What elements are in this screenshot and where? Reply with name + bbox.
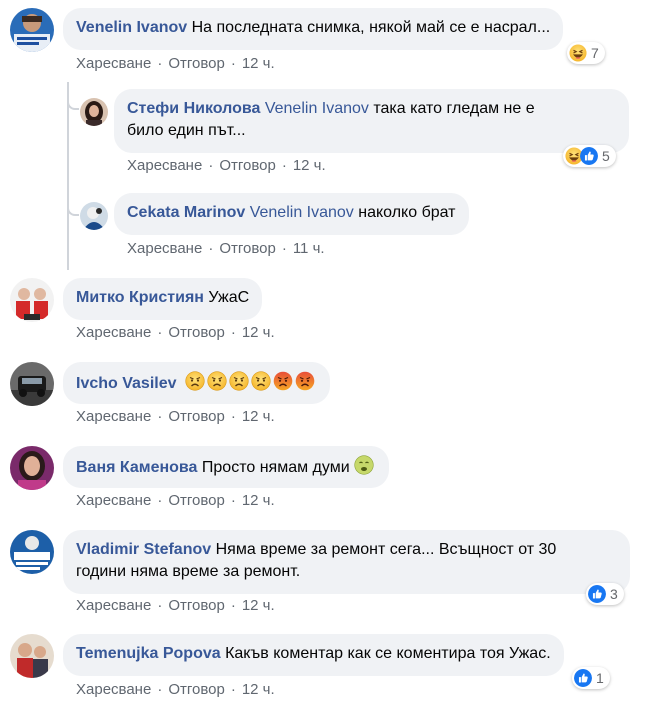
comment: Ваня Каменова Просто нямам думи Харесван… (0, 444, 668, 514)
comment-text: години няма време за ремонт. (76, 563, 301, 580)
comment: Venelin Ivanov На последната снимка, няк… (0, 0, 668, 80)
reaction-count: 3 (610, 586, 618, 602)
avatar[interactable] (10, 634, 54, 678)
comment-bubble: Стефи Николова Venelin Ivanov така като … (114, 89, 629, 153)
comment-text: УжаС (203, 289, 250, 306)
reaction-count: 5 (602, 148, 610, 164)
comment-text: така като гледам не е (368, 100, 535, 117)
reply-link[interactable]: Отговор (168, 55, 225, 72)
comment-bubble: Ваня Каменова Просто нямам думи (63, 446, 390, 488)
comment-bubble: Cekata Marinov Venelin Ivanov наколко бр… (114, 193, 469, 235)
timestamp[interactable]: 12 ч. (242, 597, 275, 614)
angry-emoji-icon (295, 371, 315, 391)
like-link[interactable]: Харесване (127, 157, 202, 174)
comment-actions: Харесване · Отговор · 12 ч. (127, 157, 326, 174)
comment-text: наколко брат (353, 204, 456, 221)
frowning-emoji-icon (251, 371, 271, 391)
like-reaction-icon (588, 585, 606, 603)
comment: Ivcho Vasilev Харесване · Отговор · 12 ч. (0, 360, 668, 430)
timestamp[interactable]: 11 ч. (293, 240, 325, 257)
reply-link[interactable]: Отговор (168, 597, 225, 614)
comment-author[interactable]: Venelin Ivanov (76, 19, 187, 36)
reply-link[interactable]: Отговор (168, 324, 225, 341)
reply-link[interactable]: Отговор (219, 240, 276, 257)
frowning-emoji-icon (207, 371, 227, 391)
angry-emoji-icon (273, 371, 293, 391)
comment-actions: Харесване · Отговор · 12 ч. (76, 55, 275, 72)
timestamp[interactable]: 12 ч. (242, 492, 275, 509)
comment-author[interactable]: Стефи Николова (127, 100, 260, 117)
like-link[interactable]: Харесване (76, 408, 151, 425)
avatar[interactable] (10, 362, 54, 406)
comment-actions: Харесване · Отговор · 12 ч. (76, 492, 275, 509)
reply-link[interactable]: Отговор (168, 681, 225, 698)
mention-link[interactable]: Venelin Ivanov (265, 100, 369, 117)
like-link[interactable]: Харесване (76, 681, 151, 698)
reply-comment: Cekata Marinov Venelin Ivanov наколко бр… (0, 190, 668, 265)
comment-text: На последната снимка, някой май се е нас… (187, 19, 551, 36)
comment-actions: Харесване · Отговор · 12 ч. (76, 681, 275, 698)
comment-author[interactable]: Ваня Каменова (76, 459, 197, 476)
avatar[interactable] (80, 202, 108, 230)
comment-bubble: Venelin Ivanov На последната снимка, няк… (63, 8, 564, 50)
reply-link[interactable]: Отговор (219, 157, 276, 174)
mention-link[interactable]: Venelin Ivanov (250, 204, 354, 221)
comment-text: Няма време за ремонт сега... Всъщност от… (211, 541, 557, 558)
comment-bubble: Митко Кристиян УжаС (63, 278, 263, 320)
reactions-summary[interactable]: 1 (572, 667, 610, 689)
comment-text: Какъв коментар как се коментира тоя Ужас… (220, 645, 551, 662)
comment-text: Просто нямам думи (197, 459, 350, 476)
comment-actions: Харесване · Отговор · 11 ч. (127, 240, 325, 257)
timestamp[interactable]: 12 ч. (242, 55, 275, 72)
reply-link[interactable]: Отговор (168, 408, 225, 425)
comment: Митко Кристиян УжаС Харесване · Отговор · 12… (0, 276, 668, 346)
avatar[interactable] (10, 530, 54, 574)
avatar[interactable] (80, 98, 108, 126)
comment-author[interactable]: Vladimir Stefanov (76, 541, 211, 558)
like-link[interactable]: Харесване (76, 55, 151, 72)
reactions-summary[interactable]: 5 (563, 145, 616, 167)
comment-author[interactable]: Temenujka Popova (76, 645, 221, 662)
like-link[interactable]: Харесване (76, 492, 151, 509)
reaction-count: 1 (596, 670, 604, 686)
like-reaction-icon (580, 147, 598, 165)
timestamp[interactable]: 12 ч. (242, 681, 275, 698)
like-link[interactable]: Харесване (76, 597, 151, 614)
timestamp[interactable]: 12 ч. (293, 157, 326, 174)
comment: Vladimir Stefanov Няма време за ремонт с… (0, 528, 668, 618)
reactions-summary[interactable]: 7 (567, 42, 605, 64)
frowning-emoji-icon (229, 371, 249, 391)
haha-reaction-icon (569, 44, 587, 62)
avatar[interactable] (10, 446, 54, 490)
nauseated-emoji-icon (354, 455, 374, 475)
timestamp[interactable]: 12 ч. (242, 408, 275, 425)
avatar[interactable] (10, 8, 54, 52)
like-reaction-icon (574, 669, 592, 687)
like-link[interactable]: Харесване (76, 324, 151, 341)
like-link[interactable]: Харесване (127, 240, 202, 257)
reply-comment: Стефи Николова Venelin Ivanov така като … (0, 86, 668, 176)
comment-author[interactable]: Cekata Marinov (127, 204, 245, 221)
reaction-count: 7 (591, 45, 599, 61)
comment-bubble: Temenujka Popova Какъв коментар как се к… (63, 634, 564, 676)
reactions-summary[interactable]: 3 (586, 583, 624, 605)
comment-author[interactable]: Митко Кристиян (76, 289, 204, 306)
timestamp[interactable]: 12 ч. (242, 324, 275, 341)
comment-actions: Харесване · Отговор · 12 ч. (76, 408, 275, 425)
comment-bubble: Vladimir Stefanov Няма време за ремонт с… (63, 530, 630, 594)
avatar[interactable] (10, 278, 54, 322)
comment-author[interactable]: Ivcho Vasilev (76, 375, 177, 392)
comment-text: било един път... (127, 122, 246, 139)
frowning-emoji-icon (185, 371, 205, 391)
comment-actions: Харесване · Отговор · 12 ч. (76, 597, 275, 614)
comment-actions: Харесване · Отговор · 12 ч. (76, 324, 275, 341)
reply-link[interactable]: Отговор (168, 492, 225, 509)
comment-bubble: Ivcho Vasilev (63, 362, 331, 404)
comment: Temenujka Popova Какъв коментар как се к… (0, 632, 668, 708)
